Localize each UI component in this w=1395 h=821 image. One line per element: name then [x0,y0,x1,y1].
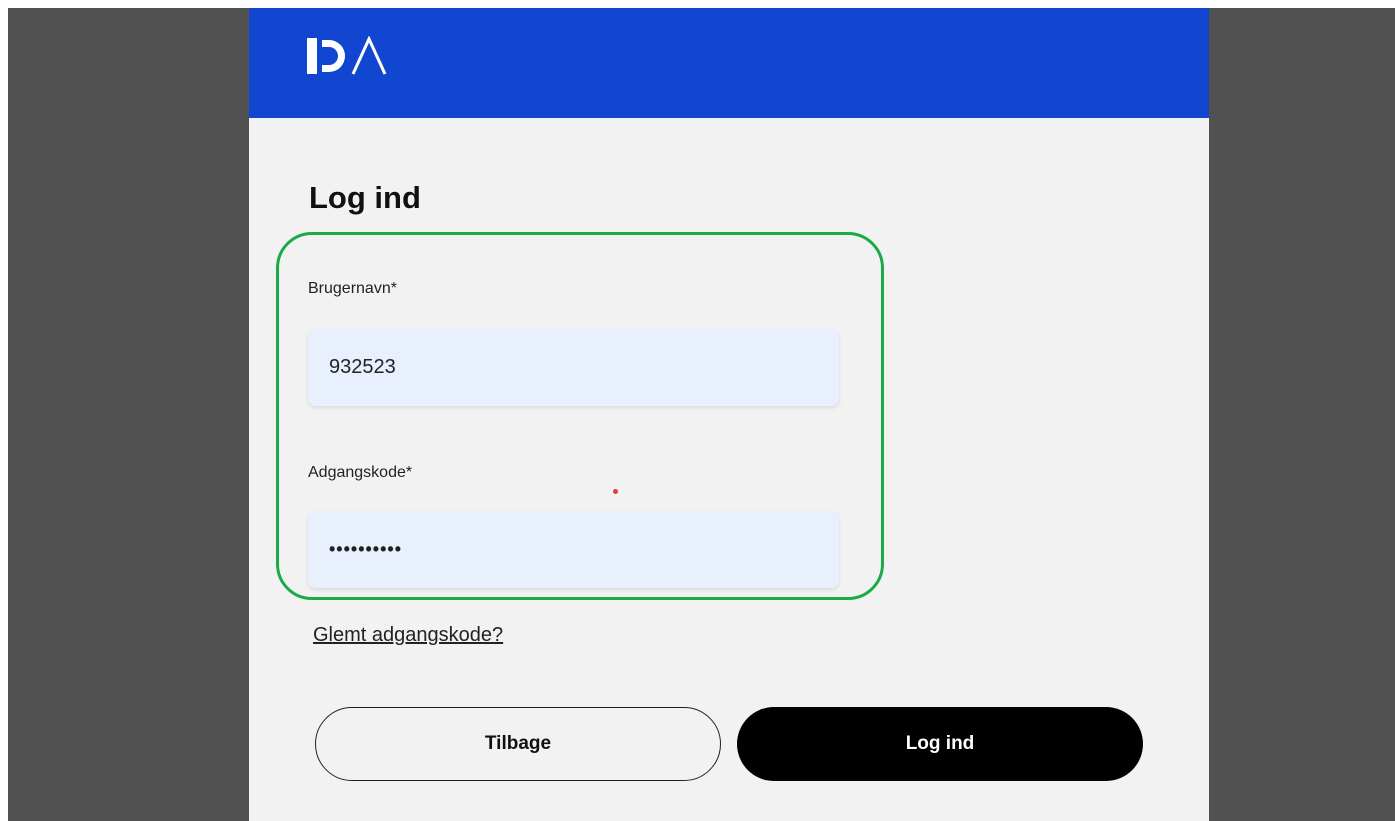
login-card: Log ind Brugernavn* Adgangskode* Glemt a… [249,8,1209,821]
forgot-password-link[interactable]: Glemt adgangskode? [313,624,503,647]
header-bar [249,8,1209,118]
username-label: Brugernavn* [308,280,397,297]
page-title: Log ind [309,180,421,215]
login-button[interactable]: Log ind [737,707,1143,781]
password-input[interactable] [308,511,839,588]
back-button[interactable]: Tilbage [315,707,721,781]
ida-logo [307,36,387,75]
password-label: Adgangskode* [308,464,413,481]
red-cursor-dot [613,489,618,494]
username-input[interactable] [308,329,839,406]
